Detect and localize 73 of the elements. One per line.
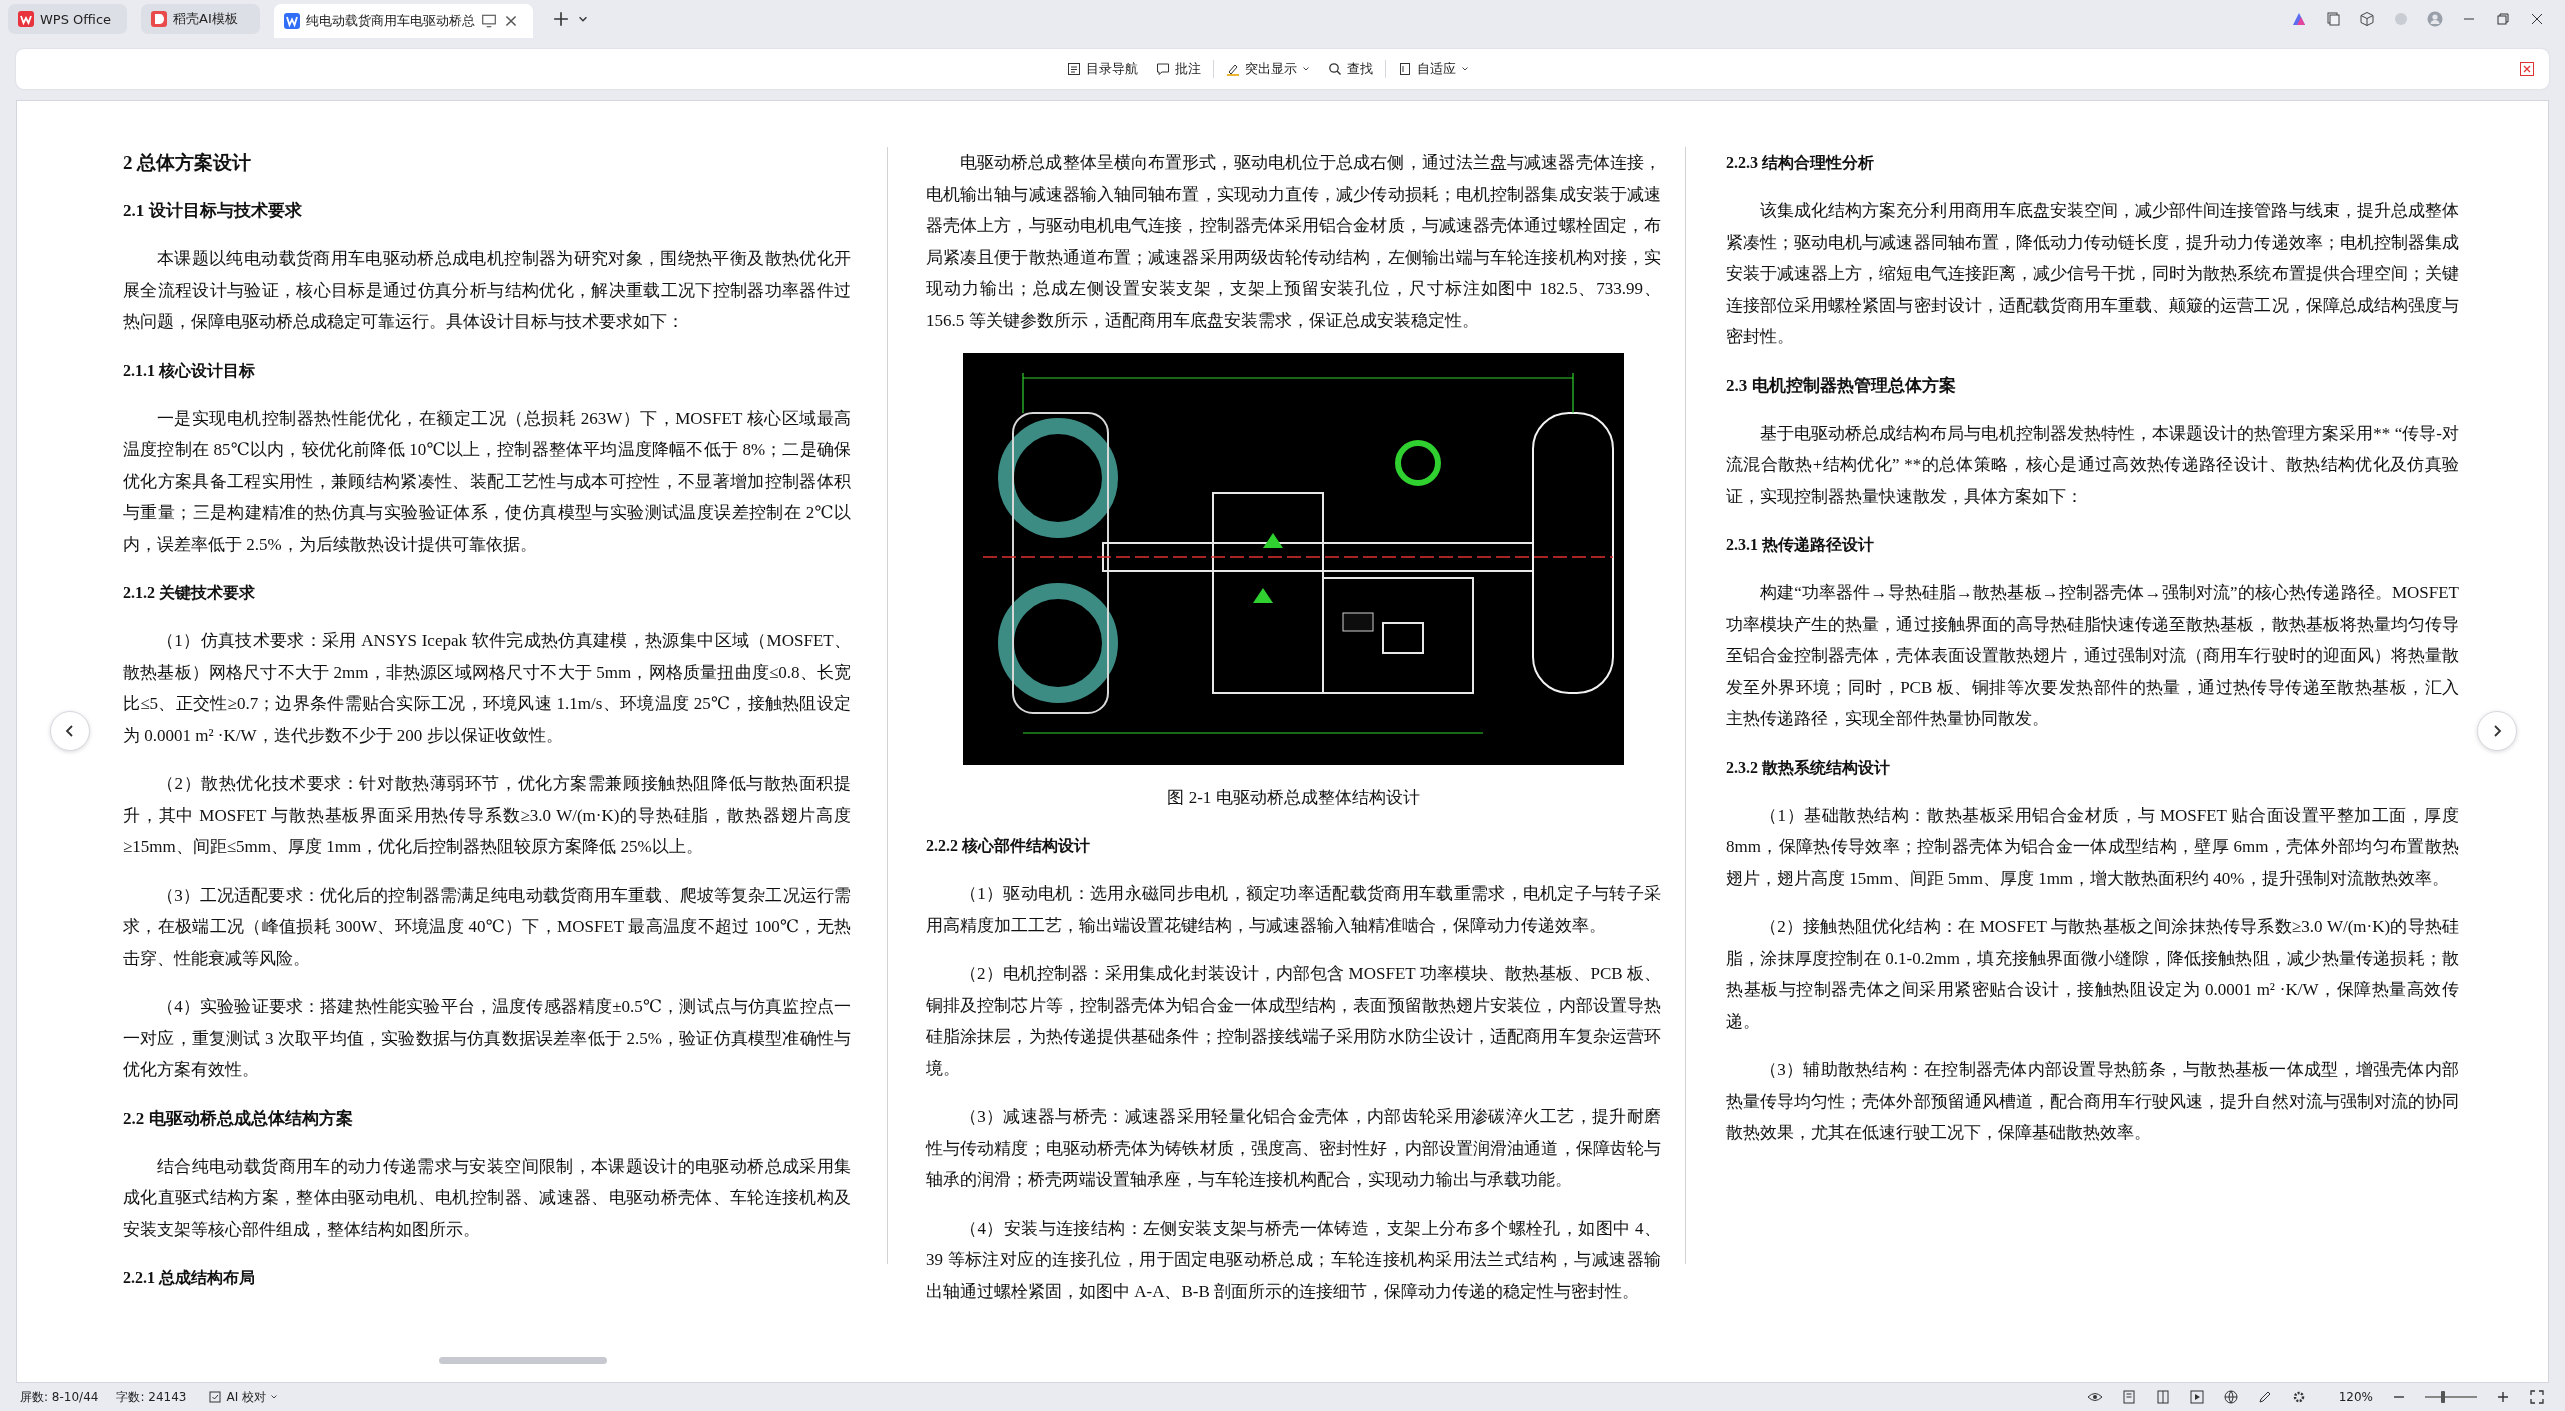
zoom-in-icon[interactable] (2495, 1389, 2511, 1405)
caret-icon (1301, 65, 1310, 73)
section-heading: 2.3 电机控制器热管理总体方案 (1726, 374, 1957, 397)
paragraph: 构建“功率器件→导热硅脂→散热基板→控制器壳体→强制对流”的核心热传递路径。MOSFET 功率模块产生的热量，通过接触界面的高导热硅脂快速传递至散热基板，散热基板将热量均匀传导至铝合金控制器壳体，壳体表面设置散热翅片，通过强制对流（商用车行驶时的迎面风）将热量散发至外界环境；同时，PCB 板、铜排等次要发热部件的热量，通过热传导传递至散热基板，汇入主热传递路径，实现全部件热量协同散发。 (1726, 582, 2459, 730)
ai-proofread-button[interactable]: AI 校对 (204, 1386, 282, 1408)
paragraph: 基于电驱动桥总成结构布局与电机控制器发热特性，本课题设计的热管理方案采用** “传导-对流混合散热+结构优化” **的总体策略，核心是通过高效热传递路径设计、散热结构优化及仿真验证，实现控制器热量快速散发，具体方案如下： (1726, 422, 2459, 508)
highlighter-icon (1225, 62, 1240, 76)
word-count: 字数: 24143 (116, 1388, 187, 1406)
paragraph: （1）基础散热结构：散热基板采用铝合金材质，与 MOSFET 贴合面设置平整加工面，厚度 8mm，保障热传导效率；控制器壳体为铝合金一体成型结构，壁厚 6mm，壳体外部均匀布置散热翅片，翅片高度 15mm、间距 5mm、厚度 1mm，增大散热面积约 40%，提升强制对流散热效率。 (1726, 804, 2459, 890)
paragraph: （4）安装与连接结构：左侧安装支架与桥壳一体铸造，支架上分布多个螺栓孔，如图中 4、39 等标注对应的连接孔位，用于固定电驱动桥总成；车轮连接机构采用法兰式结构，与减速器输出轴通过螺栓紧固，如图中 A-A、B-B 剖面所示的连接细节，保障动力传递的稳定性与密封性。 (926, 1217, 1661, 1303)
tab[interactable]: 纯电动载货商用车电驱动桥总 (274, 4, 533, 38)
pen-icon[interactable] (2256, 1389, 2273, 1405)
new-tab-icon[interactable] (553, 11, 569, 27)
subsection-heading: 2.3.1 热传递路径设计 (1726, 535, 1875, 555)
toolbar-button[interactable]: 批注 (1149, 56, 1207, 82)
toolbar-button[interactable]: 突出显示 (1219, 56, 1316, 82)
play-icon[interactable] (2188, 1389, 2205, 1405)
close-icon[interactable] (2529, 11, 2545, 27)
toolbar-button[interactable]: 目录导航 (1060, 56, 1144, 82)
status-dot-icon[interactable] (2393, 11, 2409, 27)
page-view-icon[interactable] (2120, 1389, 2137, 1405)
paragraph: （2）电机控制器：采用集成化封装设计，内部包含 MOSFET 功率模块、散热基板、PCB 板、铜排及控制芯片等，控制器壳体为铝合金一体成型结构，表面预留散热翅片安装位，内部设置导热硅脂涂抹层，为热传递提供基础条件；控制器接线端子采用防水防尘设计，适配商用车复杂运营环境。 (926, 963, 1661, 1080)
tab[interactable]: 稻壳AI模板 (141, 4, 260, 34)
paragraph: 结合纯电动载货商用车的动力传递需求与安装空间限制，本课题设计的电驱动桥总成采用集成化直驱式结构方案，整体由驱动电机、电机控制器、减速器、电驱动桥壳体、车轮连接机构及安装支架等核心部件组成，整体结构如图所示。 (123, 1155, 851, 1241)
subsection-heading: 2.3.2 散热系统结构设计 (1726, 757, 1891, 778)
checkbox-icon (208, 1390, 223, 1404)
restore-icon[interactable] (2495, 11, 2511, 27)
paragraph: 一是实现电机控制器热性能优化，在额定工况（总损耗 263W）下，MOSFET 核心区域最高温度控制在 85℃以内，较优化前降低 10℃以上，控制器整体平均温度降幅不低于 8%；二是确保优化方案具备工程实用性，兼顾结构紧凑性、装配工艺性与成本可控性，不显著增加控制器体积与重量；三是构建精准的热仿真与实验验证体系，使仿真模型与实验测试温度误差控制在 2℃以内，误差率低于 2.5%，为后续散热设计提供可靠依据。 (123, 407, 851, 556)
book-view-icon[interactable] (2154, 1389, 2171, 1405)
chapter-heading: 2 总体方案设计 (123, 151, 253, 175)
paragraph: （4）实验验证要求：搭建热性能实验平台，温度传感器精度±0.5℃，测试点与仿真监控点一一对应，重复测试 3 次取平均值，实验数据与仿真数据误差率低于 2.5%，验证仿真模型准确性与优化方案有效性。 (123, 996, 851, 1081)
slider-thumb[interactable] (2441, 1391, 2446, 1403)
screen-count: 屏数: 8-10/44 (20, 1388, 99, 1406)
scrollbar-thumb[interactable] (439, 1357, 607, 1364)
caret-icon (270, 1393, 278, 1401)
fullscreen-icon[interactable] (2529, 1389, 2545, 1405)
section-heading: 2.2 电驱动桥总成总体结构方案 (123, 1107, 354, 1130)
paragraph: （3）辅助散热结构：在控制器壳体内部设置导热筋条，与散热基板一体成型，增强壳体内部热量传导均匀性；壳体外部预留通风槽道，配合商用车行驶风速，提升自然对流与强制对流的协同散热效果，尤其在低速行驶工况下，保障基础散热效率。 (1726, 1059, 2459, 1144)
toolbar-button[interactable]: 查找 (1321, 56, 1379, 82)
paragraph: （3）减速器与桥壳：减速器采用轻量化铝合金壳体，内部齿轮采用渗碳淬火工艺，提升耐磨性与传动精度；电驱动桥壳体为铸铁材质，强度高、密封性好，内部设置润滑油通道，保障齿轮与轴承的润滑；桥壳两端设置轴承座，与车轮连接机构配合，实现动力输出与承载功能。 (926, 1106, 1661, 1191)
section-heading: 2.1 设计目标与技术要求 (123, 200, 303, 222)
app-logo-icon (18, 11, 34, 27)
windows-icon[interactable] (2325, 11, 2341, 27)
close-icon[interactable] (503, 13, 519, 29)
close-icon[interactable] (2519, 61, 2535, 77)
caret-icon (1460, 65, 1469, 73)
list-icon (1066, 62, 1081, 76)
subsection-heading: 2.2.1 总成结构布局 (123, 1268, 256, 1288)
zoom-level[interactable]: 120% (2338, 1390, 2373, 1404)
comment-icon (1155, 62, 1170, 76)
tab[interactable]: WPS Office (8, 4, 127, 34)
subsection-heading: 2.1.2 关键技术要求 (123, 583, 256, 603)
paragraph: 本课题以纯电动载货商用车电驱动桥总成电机控制器为研究对象，围绕热平衡及散热优化开展全流程设计与验证，核心目标是通过仿真分析与结构优化，解决重载工况下控制器功率器件过热问题，保障电驱动桥总成稳定可靠运行。具体设计目标与技术要求如下： (123, 248, 851, 333)
cube-icon[interactable] (2359, 11, 2375, 27)
search-icon (1327, 62, 1342, 76)
ai-logo-icon[interactable] (2291, 11, 2307, 27)
paragraph: （1）驱动电机：选用永磁同步电机，额定功率适配载货商用车载重需求，电机定子与转子采用高精度加工工艺，输出端设置花键结构，与减速器输入轴精准啮合，保障动力传递效率。 (926, 883, 1661, 937)
subsection-heading: 2.2.3 结构合理性分析 (1726, 153, 1875, 173)
paragraph: 电驱动桥总成整体呈横向布置形式，驱动电机位于总成右侧，通过法兰盘与减速器壳体连接，电机输出轴与减速器输入轴同轴布置，实现动力直传，减少传动损耗；电机控制器集成安装于减速器壳体上方，与驱动电机电气连接，控制器壳体采用铝合金材质，与减速器壳体通过螺栓固定，布局紧凑且便于散热通道布置；减速器采用两级齿轮传动结构，左侧输出端与车轮连接机构对接，实现动力输出；总成左侧设置安装支架，支架上预留安装孔位，尺寸标注如图中 182.5、733.99、156.5 等关键参数所示，适配商用车底盘安装需求，保证总成安装稳定性。 (926, 152, 1661, 332)
template-logo-icon (151, 11, 167, 27)
page-icon (1397, 62, 1412, 76)
document-logo-icon (284, 13, 300, 29)
toolbar-button[interactable]: 自适应 (1391, 56, 1475, 82)
paragraph: （3）工况适配要求：优化后的控制器需满足纯电动载货商用车重载、爬坡等复杂工况运行需求，在极端工况（峰值损耗 300W、环境温度 40℃）下，MOSFET 最高温度不超过 100℃，无热击穿、性能衰减等风险。 (123, 884, 851, 970)
paragraph: （2）接触热阻优化结构：在 MOSFET 与散热基板之间涂抹热传导系数≥3.0 W/(m·K)的导热硅脂，涂抹厚度控制在 0.1-0.2mm，填充接触界面微小缝隙，降低接触热阻，减少热量传递损耗；散热基板与控制器壳体之间采用紧密贴合设计，接触热阻设定为 0.0001 m² ·K/W，保障热量高效传递。 (1726, 916, 2459, 1033)
paragraph: 该集成化结构方案充分利用商用车底盘安装空间，减少部件间连接管路与线束，提升总成整体紧凑性；驱动电机与减速器同轴布置，降低动力传动链长度，提升动力传递效率；电机控制器集成安装于减速器上方，缩短电气连接距离，减少信号干扰，同时为散热系统布置提供合理空间；关键连接部位采用螺栓紧固与密封设计，适配载货商用车重载、颠簸的运营工况，保障总成结构强度与密封性。 (1726, 200, 2459, 348)
monitor-icon[interactable] (481, 13, 497, 29)
subsection-heading: 2.1.1 核心设计目标 (123, 360, 256, 381)
globe-icon[interactable] (2222, 1389, 2239, 1405)
subsection-heading: 2.2.2 核心部件结构设计 (926, 836, 1091, 856)
paragraph: （2）散热优化技术要求：针对散热薄弱环节，优化方案需兼顾接触热阻降低与散热面积提升，其中 MOSFET 与散热基板界面采用热传导系数≥3.0 W/(m·K)的导热硅脂，散热器翅片高度≥15mm、间距≤5mm、厚度 1mm，优化后控制器热阻较原方案降低 25%以上。 (123, 773, 851, 858)
figure-caption: 图 2-1 电驱动桥总成整体结构设计 (1166, 787, 1421, 809)
paragraph: （1）仿真技术要求：采用 ANSYS Icepak 软件完成热仿真建模，热源集中区域（MOSFET、散热基板）网格尺寸不大于 2mm，非热源区域网格尺寸不大于 5mm，网格质量扭曲度≤0.8、长宽比≤5、正交性≥0.7；边界条件需贴合实际工况，环境风速 1.1m/s、环境温度 25℃，接触热阻设定为 0.0001 m² ·K/W，迭代步数不少于 200 步以保证收敛性。 (123, 630, 851, 747)
